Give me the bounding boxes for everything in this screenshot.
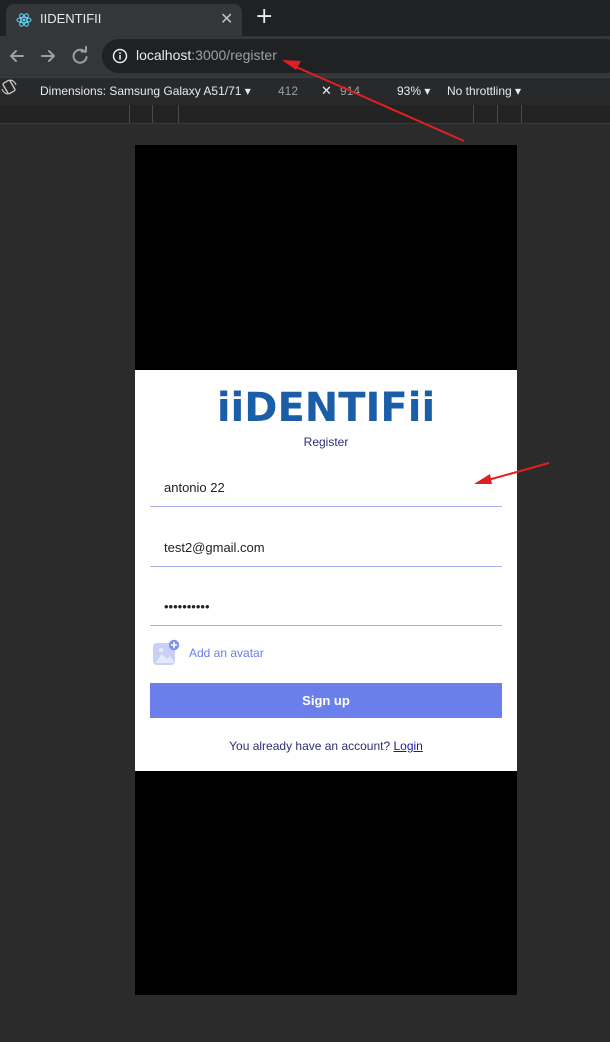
viewport-width[interactable]: 412 [278, 84, 298, 98]
login-prompt-text: You already have an account? [229, 739, 391, 753]
username-field [150, 470, 502, 507]
device-viewport: iiDENTIFii Register Add an avatar Sign u… [135, 145, 517, 995]
address-bar[interactable]: localhost:3000/register [102, 39, 610, 73]
devtools-device-toolbar: Dimensions: Samsung Galaxy A51/71 ▾ 412 … [0, 77, 610, 106]
sign-up-button[interactable]: Sign up [150, 683, 502, 718]
forward-arrow-icon[interactable] [37, 45, 59, 67]
browser-tab[interactable]: IIDENTIFII ✕ [6, 4, 242, 36]
url-text: localhost:3000/register [136, 47, 277, 63]
media-query-ruler [0, 105, 610, 124]
reload-icon[interactable] [69, 45, 91, 67]
page-title: Register [303, 435, 349, 449]
add-image-icon[interactable] [152, 639, 180, 667]
login-link[interactable]: Login [393, 739, 422, 753]
password-input[interactable] [164, 595, 484, 617]
react-logo-icon [16, 13, 32, 27]
tab-title: IIDENTIFII [40, 11, 102, 26]
username-input[interactable] [164, 476, 484, 498]
browser-tab-strip: IIDENTIFII ✕ + [0, 0, 610, 36]
avatar-upload[interactable]: Add an avatar [152, 639, 352, 667]
url-host: localhost [136, 47, 192, 63]
browser-toolbar: localhost:3000/register [0, 36, 610, 77]
email-field [150, 530, 502, 567]
login-prompt: You already have an account? Login [135, 739, 517, 753]
tab-close-icon[interactable]: ✕ [220, 9, 233, 28]
throttling-select[interactable]: No throttling ▾ [447, 84, 521, 98]
device-dimensions-select[interactable]: Dimensions: Samsung Galaxy A51/71 ▾ [40, 84, 251, 98]
password-field [150, 589, 502, 626]
zoom-select[interactable]: 93% ▾ [397, 84, 430, 98]
rotate-icon[interactable] [0, 78, 18, 96]
add-avatar-label[interactable]: Add an avatar [189, 646, 264, 660]
url-path: :3000/register [191, 47, 277, 63]
back-arrow-icon[interactable] [6, 45, 28, 67]
email-input[interactable] [164, 536, 484, 558]
new-tab-icon[interactable]: + [255, 4, 273, 29]
register-card: iiDENTIFii Register Add an avatar Sign u… [135, 370, 517, 771]
dimension-separator-icon: ✕ [321, 83, 332, 98]
info-icon[interactable] [112, 48, 128, 64]
viewport-height[interactable]: 914 [340, 84, 360, 98]
app-logo: iiDENTIFii [216, 385, 436, 431]
